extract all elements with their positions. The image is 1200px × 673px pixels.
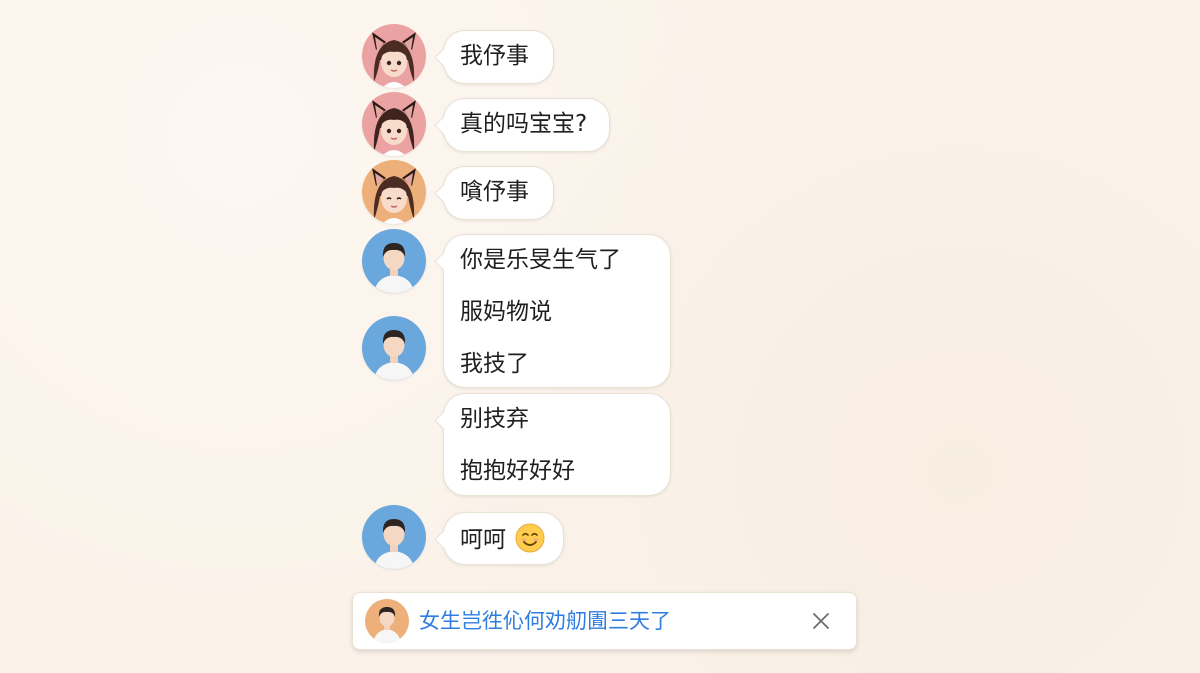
girl-avatar[interactable] [362, 92, 426, 156]
message-text: 我技了 [460, 351, 529, 377]
message-text: 你是乐旻生气了 [460, 247, 621, 273]
notification-bar[interactable]: 女生岂徃伈何劝舠圊三天了 [352, 592, 857, 650]
message-text: 抱抱好好好 [460, 458, 575, 484]
message-bubble[interactable]: 你是乐旻生气了 服妈物说 我技了 [443, 234, 671, 388]
girl-cat-ears-icon [362, 24, 426, 88]
boy-avatar[interactable] [362, 505, 426, 569]
girl-cat-ears-icon [362, 92, 426, 156]
message-text: 服妈物说 [460, 299, 552, 325]
message-text: 嗿伃事 [460, 179, 529, 205]
notification-avatar [365, 599, 409, 643]
girl-cat-ears-icon [362, 160, 426, 224]
message-text: 真的吗宝宝? [460, 111, 588, 137]
message-bubble[interactable]: 真的吗宝宝? [443, 98, 610, 152]
message-bubble[interactable]: 我伃事 [443, 30, 554, 84]
boy-avatar[interactable] [362, 316, 426, 380]
message-bubble[interactable]: 别技弃 抱抱好好好 [443, 393, 671, 496]
smiling-face-emoji-icon [515, 523, 545, 553]
user-avatar-icon [365, 599, 409, 643]
boy-avatar-icon [362, 229, 426, 293]
message-line: 呵呵 [460, 523, 545, 555]
message-bubble[interactable]: 呵呵 [443, 512, 564, 565]
close-icon [813, 613, 829, 629]
message-text: 呵呵 [460, 527, 506, 553]
close-button[interactable] [810, 610, 832, 632]
message-bubble[interactable]: 嗿伃事 [443, 166, 554, 220]
girl-avatar[interactable] [362, 160, 426, 224]
girl-avatar[interactable] [362, 24, 426, 88]
boy-avatar-icon [362, 505, 426, 569]
message-text: 别技弃 [460, 406, 529, 432]
message-text: 我伃事 [460, 43, 529, 69]
notification-text: 女生岂徃伈何劝舠圊三天了 [419, 609, 671, 633]
boy-avatar[interactable] [362, 229, 426, 293]
boy-avatar-icon [362, 316, 426, 380]
chat-screen: 我伃事 真的吗宝宝? 嗿伃事 你是乐旻生气了 服妈物说 我技了 别技弃 抱抱好好… [0, 0, 1200, 673]
